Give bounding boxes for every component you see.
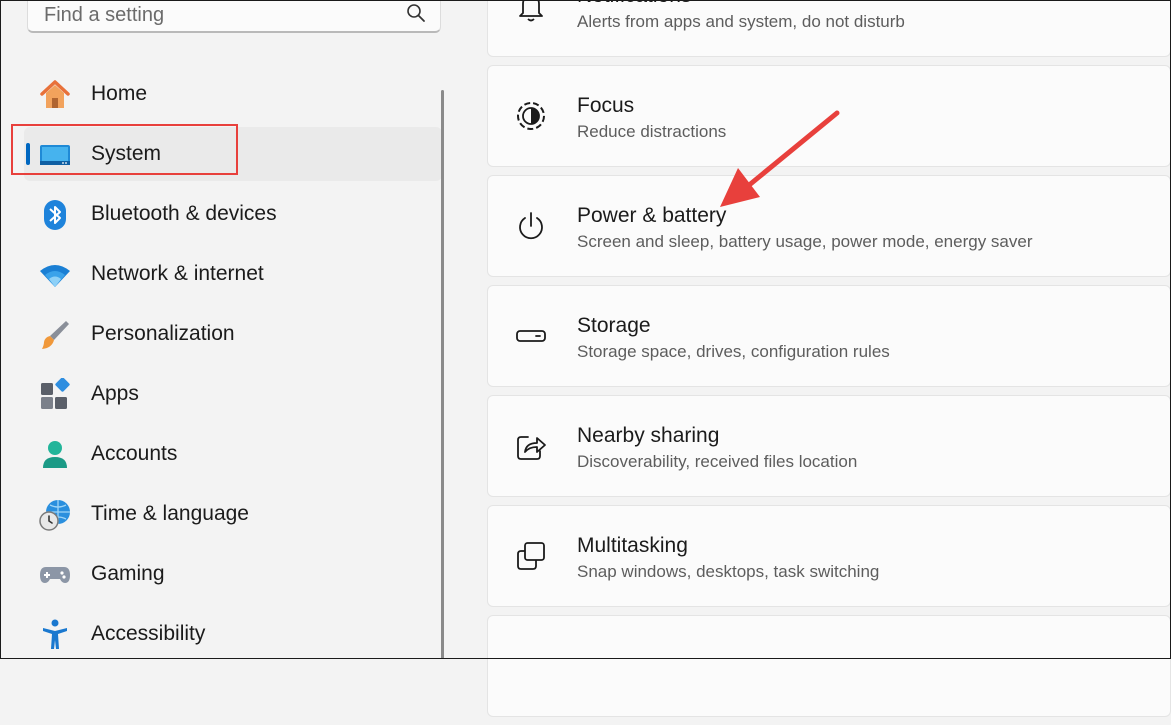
- brush-icon: [38, 318, 72, 352]
- settings-card-multitasking[interactable]: Multitasking Snap windows, desktops, tas…: [487, 505, 1171, 607]
- sidebar-item-label: Home: [91, 82, 148, 105]
- sidebar-item-time-language[interactable]: Time & language: [24, 487, 442, 541]
- bell-icon: [513, 0, 549, 24]
- gamepad-icon: [38, 558, 72, 592]
- globe-clock-icon: [38, 498, 72, 532]
- card-title: Nearby sharing: [577, 424, 720, 447]
- account-icon: [38, 438, 72, 472]
- sidebar-item-label: Apps: [91, 382, 139, 405]
- settings-card-power-battery[interactable]: Power & battery Screen and sleep, batter…: [487, 175, 1171, 277]
- card-title: Storage: [577, 314, 651, 337]
- home-icon: [38, 78, 72, 112]
- card-subtitle: Discoverability, received files location: [577, 452, 858, 471]
- card-title: Multitasking: [577, 534, 688, 557]
- card-subtitle: Snap windows, desktops, task switching: [577, 562, 880, 581]
- sidebar-item-label: Network & internet: [91, 262, 264, 285]
- apps-icon: [38, 378, 72, 412]
- search-box[interactable]: [27, 0, 441, 33]
- multitasking-icon: [513, 538, 549, 574]
- sidebar-item-accessibility[interactable]: Accessibility: [24, 607, 442, 661]
- card-subtitle: Screen and sleep, battery usage, power m…: [577, 232, 1033, 251]
- sidebar-item-network[interactable]: Network & internet: [24, 247, 442, 301]
- search-input[interactable]: [42, 1, 396, 29]
- accessibility-icon: [38, 618, 72, 652]
- sidebar-item-gaming[interactable]: Gaming: [24, 547, 442, 601]
- card-title: Power & battery: [577, 204, 727, 227]
- storage-icon: [513, 318, 549, 354]
- card-title: Focus: [577, 94, 635, 117]
- sidebar-item-home[interactable]: Home: [24, 67, 442, 121]
- settings-card-partial[interactable]: [487, 615, 1171, 717]
- sidebar-item-personalization[interactable]: Personalization: [24, 307, 442, 361]
- sidebar-item-label: Bluetooth & devices: [91, 202, 277, 225]
- settings-list: Notifications Alerts from apps and syste…: [487, 0, 1171, 725]
- card-subtitle: Alerts from apps and system, do not dist…: [577, 12, 905, 31]
- settings-card-nearby-sharing[interactable]: Nearby sharing Discoverability, received…: [487, 395, 1171, 497]
- power-icon: [513, 208, 549, 244]
- sidebar-item-label: Personalization: [91, 322, 235, 345]
- share-icon: [513, 428, 549, 464]
- settings-card-focus[interactable]: Focus Reduce distractions: [487, 65, 1171, 167]
- card-title: Notifications: [577, 0, 691, 8]
- search-icon[interactable]: [406, 3, 426, 23]
- annotation-highlight-box: [11, 124, 238, 175]
- bluetooth-icon: [38, 198, 72, 232]
- sidebar-item-apps[interactable]: Apps: [24, 367, 442, 421]
- sidebar-item-label: Time & language: [91, 502, 249, 525]
- card-subtitle: Storage space, drives, configuration rul…: [577, 342, 890, 361]
- sidebar-scrollbar[interactable]: [441, 90, 444, 659]
- settings-card-storage[interactable]: Storage Storage space, drives, configura…: [487, 285, 1171, 387]
- settings-card-notifications[interactable]: Notifications Alerts from apps and syste…: [487, 0, 1171, 57]
- sidebar-item-label: Accounts: [91, 442, 178, 465]
- sidebar-item-label: Gaming: [91, 562, 165, 585]
- card-subtitle: Reduce distractions: [577, 122, 727, 141]
- focus-icon: [513, 98, 549, 134]
- sidebar-item-accounts[interactable]: Accounts: [24, 427, 442, 481]
- sidebar-item-bluetooth[interactable]: Bluetooth & devices: [24, 187, 442, 241]
- sidebar-item-label: Accessibility: [91, 622, 206, 645]
- wifi-icon: [38, 258, 72, 292]
